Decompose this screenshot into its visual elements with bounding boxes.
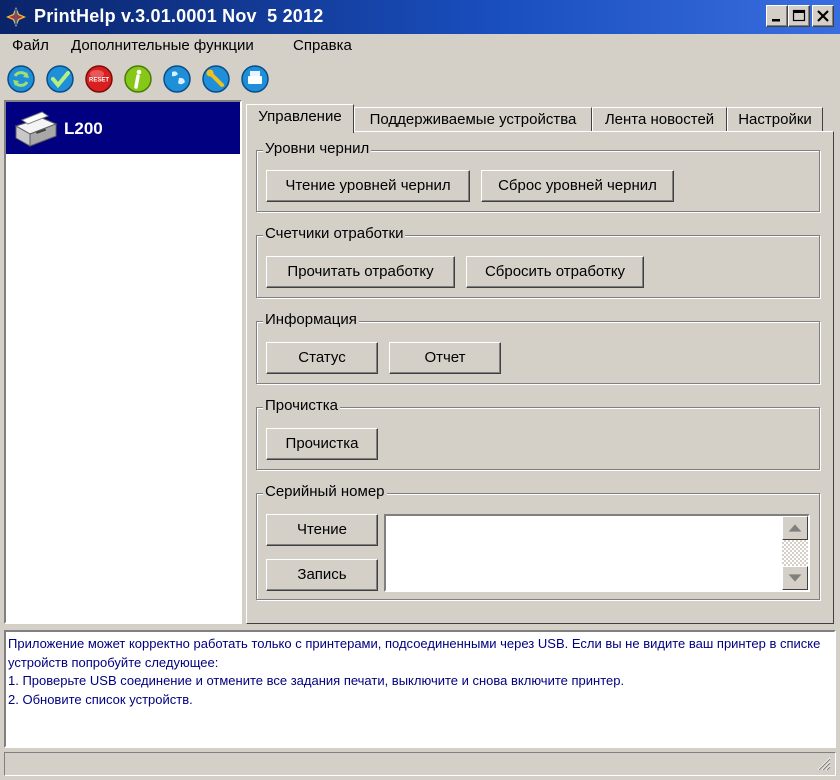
title-bar[interactable]: PrintHelp v.3.01.0001 Nov 5 2012 bbox=[0, 0, 840, 34]
group-information-title: Информация bbox=[263, 311, 359, 328]
tab-supported-devices[interactable]: Поддерживаемые устройства bbox=[354, 107, 592, 132]
info-line: 1. Проверьте USB соединение и отмените в… bbox=[8, 673, 625, 688]
printer-icon bbox=[14, 111, 58, 147]
menu-bar: Файл Дополнительные функции Справка bbox=[0, 34, 840, 58]
tab-news-feed[interactable]: Лента новостей bbox=[592, 107, 727, 132]
wrench-icon[interactable] bbox=[201, 64, 231, 94]
printer-icon[interactable] bbox=[240, 64, 270, 94]
tab-control[interactable]: Управление bbox=[246, 104, 354, 133]
minimize-icon bbox=[772, 19, 780, 22]
maximize-icon bbox=[792, 9, 806, 22]
status-bar bbox=[4, 752, 836, 776]
group-cleaning-title: Прочистка bbox=[263, 397, 340, 414]
minimize-button[interactable] bbox=[766, 5, 788, 27]
serial-write-button[interactable]: Запись bbox=[266, 559, 378, 591]
reset-icon[interactable]: RESET bbox=[84, 64, 114, 94]
menu-help[interactable]: Справка bbox=[293, 37, 352, 54]
info-line: 2. Обновите список устройств. bbox=[8, 691, 193, 707]
group-serial-number-title: Серийный номер bbox=[263, 483, 387, 500]
info-icon[interactable] bbox=[123, 64, 153, 94]
toolbar: RESET bbox=[0, 60, 840, 98]
window-title: PrintHelp v.3.01.0001 Nov 5 2012 bbox=[34, 6, 324, 26]
info-text-box[interactable]: Приложение может корректно работать толь… bbox=[4, 630, 836, 748]
close-icon bbox=[817, 10, 829, 22]
group-waste-counters-title: Счетчики отработки bbox=[263, 225, 406, 242]
device-list[interactable]: L200 bbox=[4, 100, 242, 624]
scroll-up-button[interactable] bbox=[782, 516, 808, 540]
check-icon[interactable] bbox=[45, 64, 75, 94]
status-button[interactable]: Статус bbox=[266, 342, 378, 374]
tab-settings[interactable]: Настройки bbox=[727, 107, 823, 132]
maximize-button[interactable] bbox=[788, 5, 810, 27]
app-icon bbox=[6, 7, 26, 27]
menu-extra-functions[interactable]: Дополнительные функции bbox=[71, 37, 254, 54]
read-counters-button[interactable]: Прочитать отработку bbox=[266, 256, 455, 288]
report-button[interactable]: Отчет bbox=[389, 342, 501, 374]
serial-read-button[interactable]: Чтение bbox=[266, 514, 378, 546]
menu-file[interactable]: Файл bbox=[12, 37, 49, 54]
reset-counters-button[interactable]: Сбросить отработку bbox=[466, 256, 644, 288]
device-label: L200 bbox=[64, 119, 103, 138]
serial-number-field[interactable] bbox=[384, 514, 810, 592]
serial-scrollbar[interactable] bbox=[782, 516, 808, 590]
reset-icon-label: RESET bbox=[89, 78, 109, 84]
tab-strip: Управление Поддерживаемые устройства Лен… bbox=[246, 104, 836, 133]
cleaning-button[interactable]: Прочистка bbox=[266, 428, 378, 460]
globe-icon[interactable] bbox=[162, 64, 192, 94]
resize-grip-icon[interactable] bbox=[817, 757, 831, 771]
close-button[interactable] bbox=[812, 5, 834, 27]
arrow-down-icon bbox=[788, 574, 802, 582]
group-ink-levels-title: Уровни чернил bbox=[263, 140, 372, 157]
arrow-up-icon bbox=[788, 524, 802, 532]
refresh-icon[interactable] bbox=[6, 64, 36, 94]
device-item-l200[interactable]: L200 bbox=[6, 102, 240, 154]
reset-ink-levels-button[interactable]: Сброс уровней чернил bbox=[481, 170, 674, 202]
info-line: Приложение может корректно работать толь… bbox=[8, 636, 821, 670]
scroll-down-button[interactable] bbox=[782, 566, 808, 590]
read-ink-levels-button[interactable]: Чтение уровней чернил bbox=[266, 170, 470, 202]
